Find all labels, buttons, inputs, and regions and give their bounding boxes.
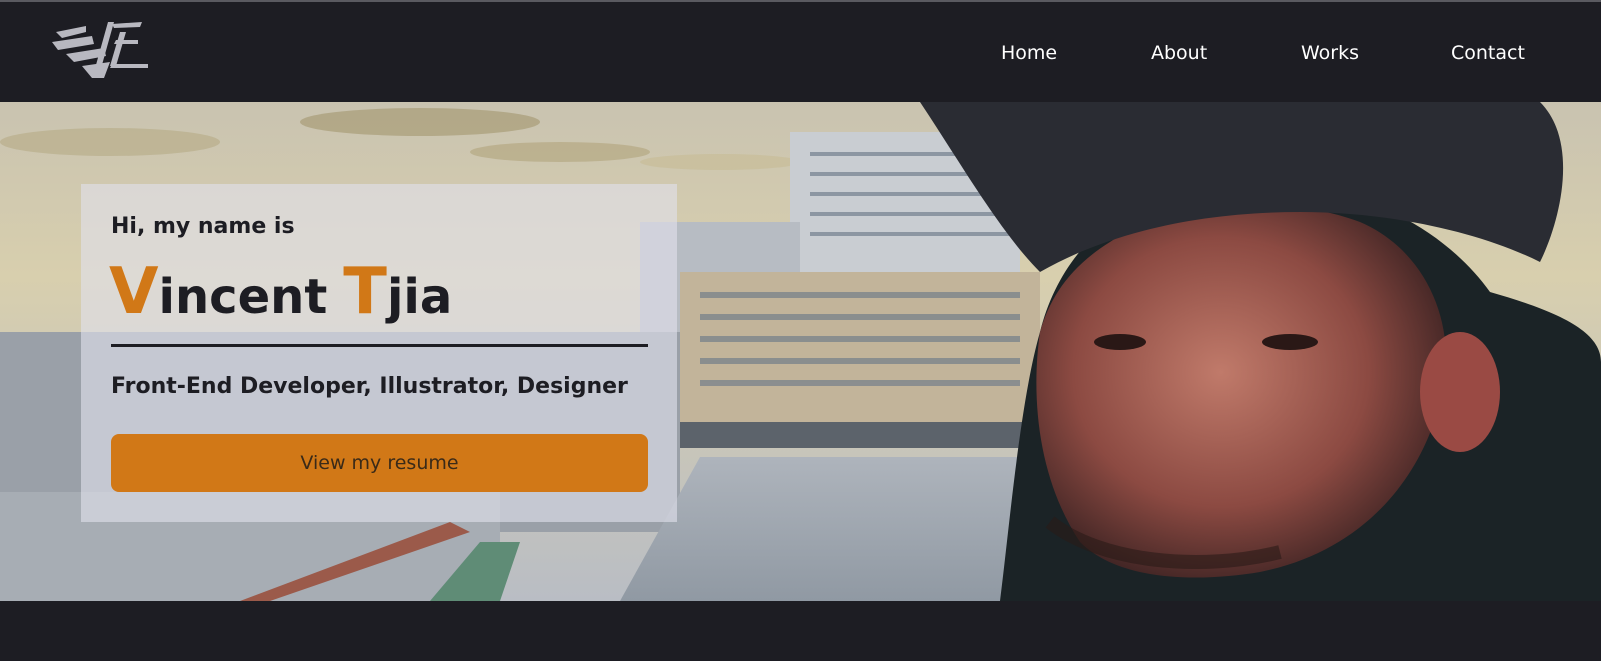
- last-name-rest: jia: [386, 269, 453, 325]
- greeting-text: Hi, my name is: [111, 214, 295, 239]
- nav-works[interactable]: Works: [1301, 42, 1359, 72]
- first-name-rest: incent: [158, 269, 328, 325]
- hero-section: Hi, my name is Vincent Tjia Front-End Dev…: [0, 102, 1601, 601]
- nav-contact[interactable]: Contact: [1451, 42, 1525, 72]
- roles-text: Front-End Developer, Illustrator, Design…: [111, 374, 628, 399]
- vt-logo-icon[interactable]: [52, 18, 152, 86]
- nav-home[interactable]: Home: [1001, 42, 1057, 72]
- nav-about[interactable]: About: [1151, 42, 1207, 72]
- navbar: Home About Works Contact: [0, 2, 1601, 102]
- view-resume-button[interactable]: View my resume: [111, 434, 648, 492]
- last-name-initial: T: [343, 255, 387, 329]
- name-divider: [111, 344, 648, 347]
- name-heading: Vincent Tjia: [109, 260, 453, 327]
- first-name-initial: V: [109, 255, 159, 329]
- intro-card: Hi, my name is Vincent Tjia Front-End Dev…: [81, 184, 677, 522]
